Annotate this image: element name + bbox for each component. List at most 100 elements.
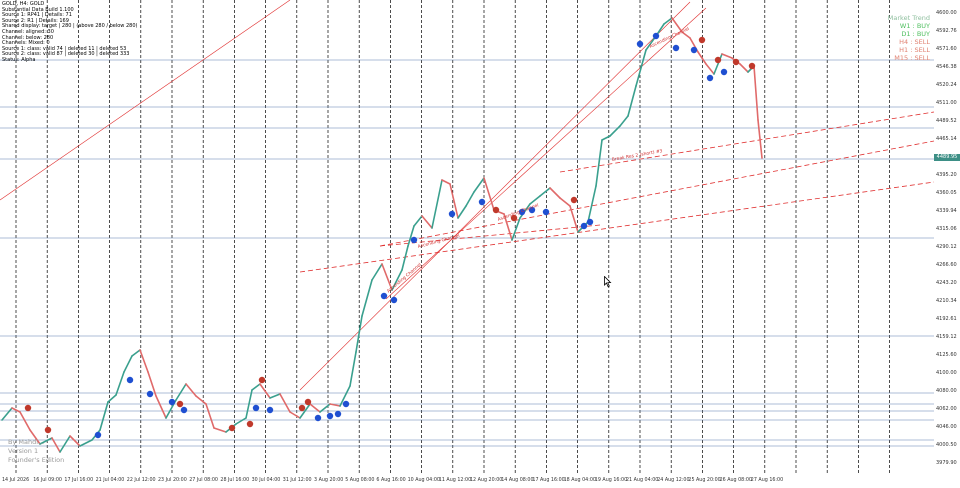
time-axis-label: 30 Jul 04:00 bbox=[251, 478, 281, 483]
sell-signal-icon bbox=[714, 56, 722, 64]
price-segment bbox=[349, 351, 357, 387]
price-segment bbox=[595, 139, 603, 187]
price-axis-label: 4520.24 bbox=[936, 82, 957, 88]
sell-signal-icon bbox=[698, 36, 706, 44]
time-axis-label: 12 Aug 20:00 bbox=[470, 478, 503, 483]
watermark-version: Version 1 bbox=[8, 447, 39, 455]
price-segment bbox=[279, 393, 291, 413]
time-axis-label: 27 Jul 08:00 bbox=[189, 478, 218, 483]
sell-signal-icon bbox=[176, 400, 184, 408]
trend-signal: SELL bbox=[914, 46, 930, 54]
trend-row-h4: H4 : SELL bbox=[899, 38, 930, 46]
price-chart[interactable] bbox=[0, 0, 960, 488]
price-segment bbox=[431, 179, 443, 229]
trend-row-h1: H1 : SELL bbox=[899, 46, 930, 54]
price-axis-label: 4339.94 bbox=[936, 208, 957, 214]
signal-markers bbox=[24, 32, 756, 439]
price-series bbox=[1, 17, 763, 453]
price-segment bbox=[457, 205, 467, 219]
buy-signal-icon bbox=[652, 32, 660, 40]
buy-signal-icon bbox=[168, 398, 176, 406]
price-axis-label: 4046.00 bbox=[936, 424, 957, 430]
trend-timeframe: W1 bbox=[899, 22, 911, 30]
price-axis-label: 3979.90 bbox=[936, 460, 957, 466]
buy-signal-icon bbox=[390, 296, 398, 304]
channel-line bbox=[299, 181, 935, 273]
price-axis-label: 4192.61 bbox=[936, 316, 957, 322]
price-segment bbox=[175, 383, 187, 401]
sell-signal-icon bbox=[732, 58, 740, 66]
price-segment bbox=[99, 401, 109, 431]
price-segment bbox=[131, 349, 141, 357]
sell-signal-icon bbox=[304, 398, 312, 406]
price-segment bbox=[269, 393, 281, 399]
price-segment bbox=[235, 417, 247, 425]
price-axis-label: 4100.00 bbox=[936, 370, 957, 376]
watermark: By Mahdi... Version 1 Founder's Edition bbox=[8, 438, 64, 465]
buy-signal-icon bbox=[448, 210, 456, 218]
trend-row-d1: D1 : BUY bbox=[901, 30, 930, 38]
buy-signal-icon bbox=[342, 400, 350, 408]
time-axis-label: 21 Aug 04:00 bbox=[626, 478, 659, 483]
info-line: Status: Alpha bbox=[2, 57, 36, 63]
trend-row-w1: W1 : BUY bbox=[899, 22, 930, 30]
channel-line bbox=[559, 111, 935, 173]
sell-signal-icon bbox=[298, 404, 306, 412]
price-segment bbox=[155, 395, 167, 419]
watermark-name: By Mahdi... bbox=[8, 438, 45, 446]
buy-signal-icon bbox=[146, 390, 154, 398]
trend-signal: SELL bbox=[914, 54, 930, 62]
price-axis-label: 4546.38 bbox=[936, 64, 957, 70]
info-panel: GOLD, H4: GOLD Substantial Data Build 1.1… bbox=[0, 0, 160, 70]
buy-signal-icon bbox=[252, 404, 260, 412]
price-axis-label: 4592.76 bbox=[936, 28, 957, 34]
sell-signal-icon bbox=[246, 420, 254, 428]
price-segment bbox=[401, 245, 409, 271]
price-segment bbox=[705, 63, 715, 75]
time-axis-label: 18 Aug 04:00 bbox=[563, 478, 596, 483]
time-axis-label: 25 Aug 20:00 bbox=[688, 478, 721, 483]
chart-window[interactable]: GOLD, H4: GOLD Substantial Data Build 1.1… bbox=[0, 0, 960, 488]
price-axis-label: 4489.52 bbox=[936, 118, 957, 124]
buy-signal-icon bbox=[94, 431, 102, 439]
price-segment bbox=[205, 403, 215, 429]
trend-signal: BUY bbox=[916, 30, 930, 38]
time-axis-label: 10 Aug 04:00 bbox=[407, 478, 440, 483]
market-trend-panel: Market Trend W1 : BUY D1 : BUY H4 : SELL H1… bbox=[880, 14, 930, 74]
price-segment bbox=[115, 371, 125, 396]
trend-timeframe: H4 bbox=[899, 38, 909, 46]
time-axis-label: 21 Jul 04:00 bbox=[95, 478, 125, 483]
price-segment bbox=[107, 394, 117, 403]
market-trend-title: Market Trend bbox=[887, 14, 930, 22]
time-axis-label: 19 Aug 16:00 bbox=[594, 478, 628, 483]
buy-signal-icon bbox=[266, 406, 274, 414]
price-axis-label: 4080.00 bbox=[936, 388, 957, 394]
trend-row-m15: M15 : SELL bbox=[894, 54, 930, 62]
trend-signal: BUY bbox=[916, 22, 930, 30]
price-axis-label: 4315.06 bbox=[936, 226, 957, 232]
time-axis-label: 31 Jul 12:00 bbox=[282, 478, 312, 483]
buy-signal-icon bbox=[314, 414, 322, 422]
time-axis-label: 17 Jul 16:00 bbox=[64, 478, 94, 483]
sell-signal-icon bbox=[258, 376, 266, 384]
price-segment bbox=[371, 263, 383, 281]
current-price-tag: 4489.95 bbox=[934, 154, 960, 161]
time-axis-label: 5 Aug 08:00 bbox=[345, 478, 375, 483]
time-axis-label: 6 Aug 16:00 bbox=[376, 478, 406, 483]
price-segment bbox=[739, 63, 749, 73]
time-axis-label: 17 Aug 16:00 bbox=[532, 478, 565, 483]
price-segment bbox=[79, 439, 93, 447]
buy-signal-icon bbox=[126, 376, 134, 384]
price-axis-label: 4000.50 bbox=[936, 442, 957, 448]
price-segment bbox=[697, 51, 707, 65]
price-level-lines bbox=[0, 59, 934, 447]
price-segment bbox=[757, 119, 763, 159]
price-axis-label: 4600.00 bbox=[936, 10, 957, 16]
sell-signal-icon bbox=[570, 196, 578, 204]
price-axis-label: 4465.14 bbox=[936, 136, 957, 142]
price-axis-label: 4125.60 bbox=[936, 352, 957, 358]
sell-signal-icon bbox=[44, 426, 52, 434]
buy-signal-icon bbox=[180, 406, 188, 414]
sell-signal-icon bbox=[748, 62, 756, 70]
buy-signal-icon bbox=[636, 40, 644, 48]
